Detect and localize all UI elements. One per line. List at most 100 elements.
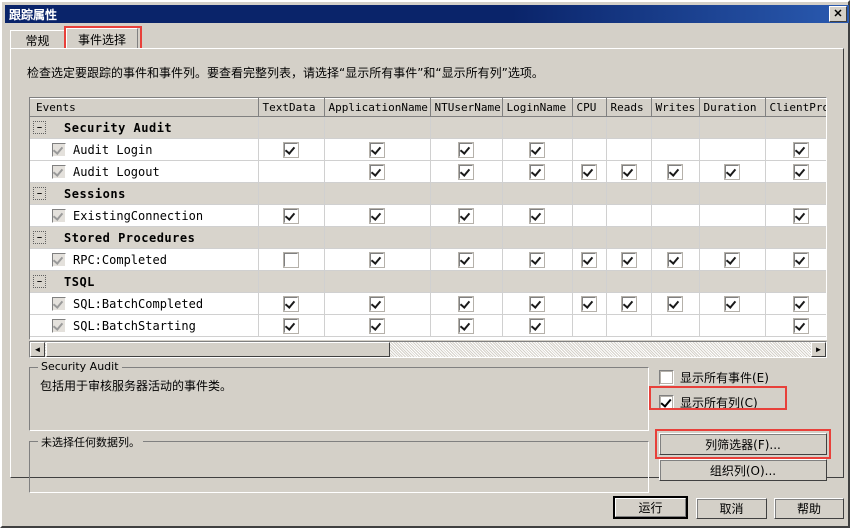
grid-cell[interactable] [258, 116, 325, 139]
grid-cell[interactable] [765, 138, 826, 161]
column-checkbox[interactable] [459, 208, 473, 223]
column-checkbox[interactable] [284, 142, 298, 157]
show-all-columns-checkbox[interactable] [659, 395, 674, 410]
grid-cell[interactable] [651, 248, 700, 271]
grid-group-row[interactable]: – Security Audit [30, 116, 826, 139]
collapse-expander-icon[interactable]: – [33, 231, 46, 244]
grid-cell[interactable] [324, 270, 431, 293]
grid-cell[interactable] [651, 204, 700, 227]
grid-event-row[interactable]: Audit Logout [30, 160, 826, 183]
grid-cell[interactable] [258, 182, 325, 205]
grid-event-name-cell[interactable]: ExistingConnection [30, 204, 259, 227]
grid-cell[interactable] [651, 314, 700, 337]
grid-cell[interactable] [606, 116, 652, 139]
grid-event-name-cell[interactable]: SQL:BatchCompleted [30, 292, 259, 315]
grid-cell[interactable] [606, 270, 652, 293]
column-header-duration[interactable]: Duration [699, 98, 766, 117]
grid-cell[interactable] [651, 138, 700, 161]
column-header-ntusername[interactable]: NTUserName [430, 98, 503, 117]
column-checkbox[interactable] [725, 296, 739, 311]
show-all-columns-checkbox-row[interactable]: 显示所有列(C) [659, 394, 758, 411]
column-checkbox[interactable] [621, 296, 636, 311]
grid-cell[interactable] [606, 226, 652, 249]
grid-cell[interactable] [430, 182, 503, 205]
grid-cell[interactable] [699, 160, 766, 183]
grid-cell[interactable] [606, 248, 652, 271]
grid-cell[interactable] [606, 160, 652, 183]
grid-group-name-cell[interactable]: – Security Audit [30, 116, 259, 139]
tab-general[interactable]: 常规 [10, 30, 65, 49]
grid-cell[interactable] [430, 204, 503, 227]
grid-cell[interactable] [765, 292, 826, 315]
grid-cell[interactable] [572, 270, 607, 293]
column-checkbox[interactable] [459, 296, 473, 311]
column-checkbox[interactable] [582, 296, 596, 311]
organize-columns-button[interactable]: 组织列(O)... [659, 459, 827, 481]
grid-cell[interactable] [502, 292, 573, 315]
grid-cell[interactable] [502, 314, 573, 337]
collapse-expander-icon[interactable]: – [33, 187, 46, 200]
grid-cell[interactable] [699, 182, 766, 205]
column-checkbox[interactable] [530, 208, 544, 223]
grid-group-name-cell[interactable]: – TSQL [30, 270, 259, 293]
grid-cell[interactable] [502, 182, 573, 205]
event-enabled-checkbox[interactable] [52, 296, 66, 311]
grid-cell[interactable] [699, 204, 766, 227]
grid-group-row[interactable]: – Stored Procedures [30, 226, 826, 249]
grid-cell[interactable] [502, 116, 573, 139]
grid-cell[interactable] [572, 138, 607, 161]
column-checkbox[interactable] [459, 164, 473, 179]
grid-cell[interactable] [606, 204, 652, 227]
grid-cell[interactable] [258, 292, 325, 315]
column-header-textdata[interactable]: TextData [258, 98, 325, 117]
collapse-expander-icon[interactable]: – [33, 275, 46, 288]
column-checkbox[interactable] [793, 318, 808, 333]
column-checkbox[interactable] [530, 142, 544, 157]
grid-cell[interactable] [765, 226, 826, 249]
grid-cell[interactable] [430, 270, 503, 293]
column-header-writes[interactable]: Writes [651, 98, 700, 117]
grid-event-row[interactable]: SQL:BatchStarting [30, 314, 826, 337]
grid-cell[interactable] [572, 314, 607, 337]
grid-group-name-cell[interactable]: – Sessions [30, 182, 259, 205]
column-checkbox[interactable] [459, 142, 473, 157]
grid-cell[interactable] [258, 314, 325, 337]
grid-cell[interactable] [572, 292, 607, 315]
column-checkbox[interactable] [370, 142, 384, 157]
grid-cell[interactable] [699, 270, 766, 293]
grid-cell[interactable] [572, 204, 607, 227]
column-checkbox[interactable] [530, 296, 544, 311]
grid-event-row[interactable]: RPC:Completed [30, 248, 826, 271]
grid-cell[interactable] [765, 204, 826, 227]
grid-cell[interactable] [430, 248, 503, 271]
grid-cell[interactable] [430, 226, 503, 249]
column-checkbox[interactable] [668, 164, 682, 179]
column-checkbox[interactable] [582, 164, 596, 179]
grid-cell[interactable] [765, 270, 826, 293]
column-checkbox[interactable] [793, 164, 808, 179]
show-all-events-checkbox-row[interactable]: 显示所有事件(E) [659, 369, 769, 386]
column-checkbox[interactable] [621, 252, 636, 267]
column-checkbox[interactable] [725, 252, 739, 267]
grid-cell[interactable] [258, 248, 325, 271]
grid-cell[interactable] [430, 292, 503, 315]
grid-cell[interactable] [572, 182, 607, 205]
grid-cell[interactable] [324, 248, 431, 271]
help-button[interactable]: 帮助 [774, 498, 844, 519]
grid-cell[interactable] [430, 116, 503, 139]
grid-cell[interactable] [324, 138, 431, 161]
grid-cell[interactable] [502, 160, 573, 183]
grid-event-name-cell[interactable]: RPC:Completed [30, 248, 259, 271]
grid-cell[interactable] [765, 116, 826, 139]
column-checkbox[interactable] [284, 296, 298, 311]
grid-cell[interactable] [651, 270, 700, 293]
close-icon[interactable]: ✕ [829, 6, 847, 22]
column-checkbox[interactable] [370, 296, 384, 311]
grid-cell[interactable] [324, 314, 431, 337]
grid-cell[interactable] [324, 116, 431, 139]
column-header-events[interactable]: Events [30, 98, 259, 117]
event-enabled-checkbox[interactable] [52, 252, 66, 267]
cancel-button[interactable]: 取消 [696, 498, 767, 519]
grid-cell[interactable] [765, 248, 826, 271]
column-filters-button[interactable]: 列筛选器(F)... [659, 433, 827, 455]
